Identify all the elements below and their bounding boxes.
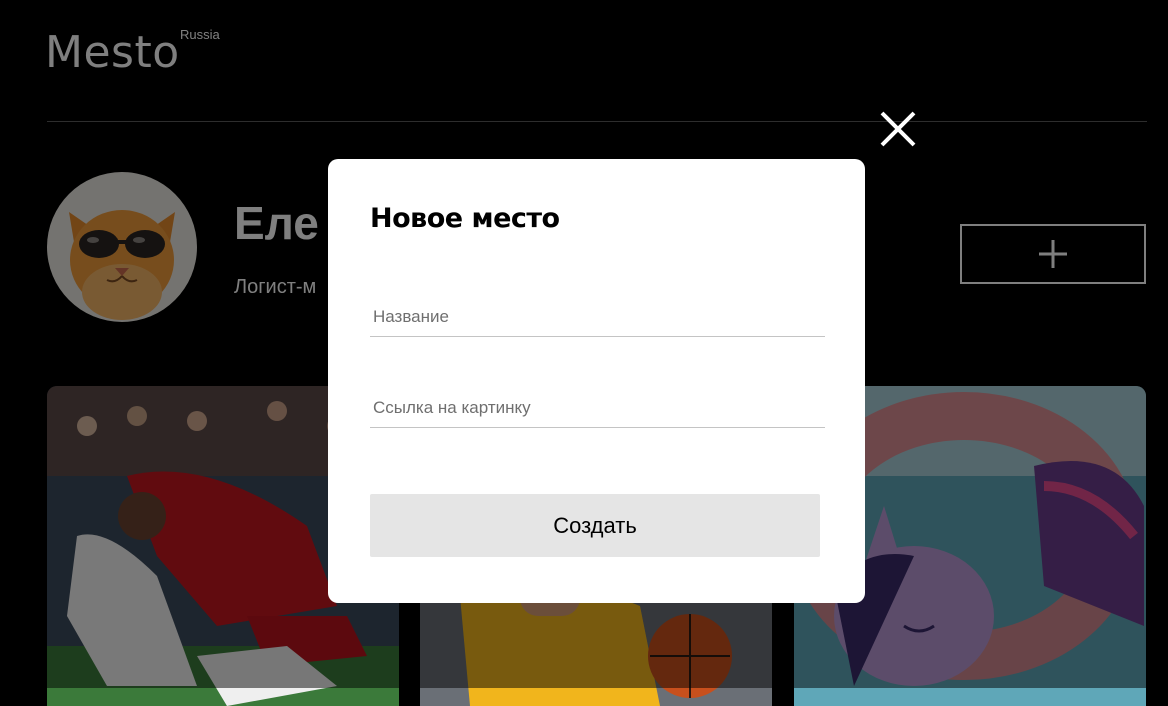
close-button[interactable] (878, 109, 918, 149)
place-name-input[interactable] (370, 297, 825, 337)
popup-title: Новое место (370, 203, 560, 234)
close-icon (880, 111, 916, 147)
create-button[interactable]: Создать (370, 494, 820, 557)
new-place-popup: Новое место Создать (328, 159, 865, 603)
modal-overlay[interactable]: Новое место Создать (0, 0, 1168, 688)
image-link-input[interactable] (370, 388, 825, 428)
